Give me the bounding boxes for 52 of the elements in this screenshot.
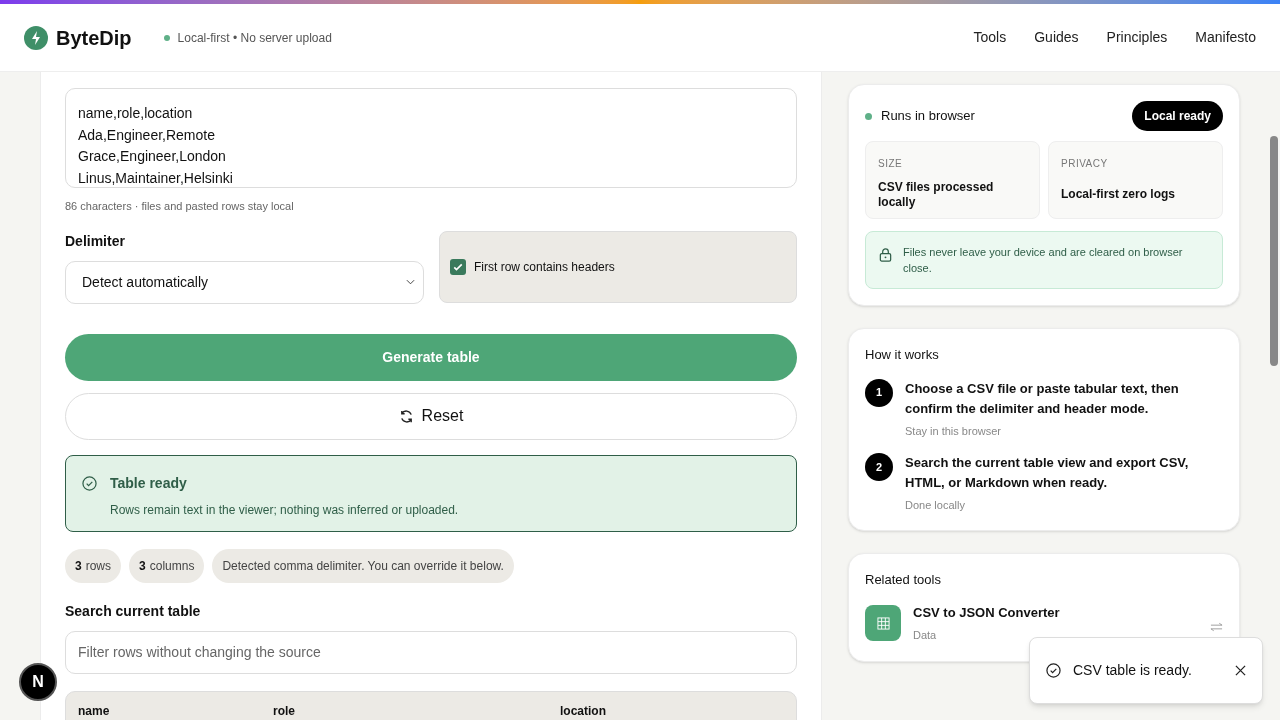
nav-link[interactable]: Guides — [1034, 27, 1079, 48]
lock-icon — [878, 247, 893, 262]
close-icon[interactable] — [1235, 665, 1246, 676]
reset-button[interactable]: Reset — [65, 392, 797, 440]
column-header: location — [560, 702, 607, 720]
card-title: Runs in browser — [881, 107, 975, 126]
chevron-down-icon — [406, 279, 415, 285]
check-circle-icon — [82, 475, 97, 491]
refresh-icon — [398, 408, 414, 424]
toast-message: CSV table is ready. — [1073, 661, 1192, 680]
info-chip: 3 rows — [65, 548, 122, 583]
info-chip: 3 columns — [129, 548, 205, 583]
step-text: Search the current table view and export CSV, HTML, or Markdown when ready. — [905, 454, 1190, 492]
stat-value: CSV files processed locally — [878, 179, 995, 210]
ready-badge: Local ready — [1132, 101, 1223, 131]
hint-text: 86 characters · files and pasted rows stay local — [65, 199, 295, 214]
stat-label: SIZE — [878, 157, 904, 171]
card-title: How it works — [865, 346, 940, 364]
header-checkbox[interactable] — [450, 258, 466, 275]
column-header: name — [78, 702, 111, 720]
column-header: role — [273, 702, 296, 720]
delimiter-select[interactable]: Detect automatically — [65, 260, 424, 304]
check-circle-icon — [1046, 663, 1061, 678]
status-text: Local-first • No server upload — [177, 29, 332, 47]
nav-link[interactable]: Manifesto — [1195, 27, 1256, 48]
csv-textarea[interactable]: name,role,location Ada,Engineer,Remote Grace,Engineer,London Linus,Maintainer,Helsinki — [65, 88, 797, 188]
step-text: Choose a CSV file or paste tabular text, then confirm the delimiter and header mode. — [905, 379, 1180, 418]
dev-badge[interactable]: N — [19, 663, 57, 701]
notice-text: Files never leave your device and are cleared on browser close. — [903, 245, 1184, 276]
nav-link[interactable]: Tools — [973, 27, 1007, 48]
step-number: 1 — [865, 378, 893, 407]
table-icon — [865, 605, 901, 641]
scrollbar-thumb[interactable] — [1270, 136, 1278, 366]
nav-link[interactable]: Principles — [1106, 27, 1168, 48]
alert-message: Rows remain text in the viewer; nothing was inferred or uploaded. — [110, 501, 460, 519]
alert-title: Table ready — [110, 473, 187, 493]
checkbox-label: First row contains headers — [474, 258, 615, 276]
logo-icon — [24, 25, 48, 50]
info-chip: Detected comma delimiter. You can override it below. — [212, 548, 514, 583]
search-label: Search current table — [65, 601, 202, 621]
delimiter-label: Delimiter — [65, 231, 126, 251]
swap-icon — [1210, 622, 1223, 632]
search-field[interactable]: Filter rows without changing the source — [65, 630, 797, 674]
step-note: Done locally — [905, 498, 966, 513]
step-note: Stay in this browser — [905, 423, 1002, 439]
card-title: Related tools — [865, 570, 942, 589]
step-number: 2 — [865, 453, 893, 481]
tool-name[interactable]: CSV to JSON Converter — [913, 603, 1060, 623]
stat-value: Local-first zero logs — [1061, 187, 1177, 202]
stat-label: PRIVACY — [1061, 157, 1109, 171]
brand-name[interactable]: ByteDip — [56, 22, 132, 53]
tool-category: Data — [913, 627, 938, 643]
